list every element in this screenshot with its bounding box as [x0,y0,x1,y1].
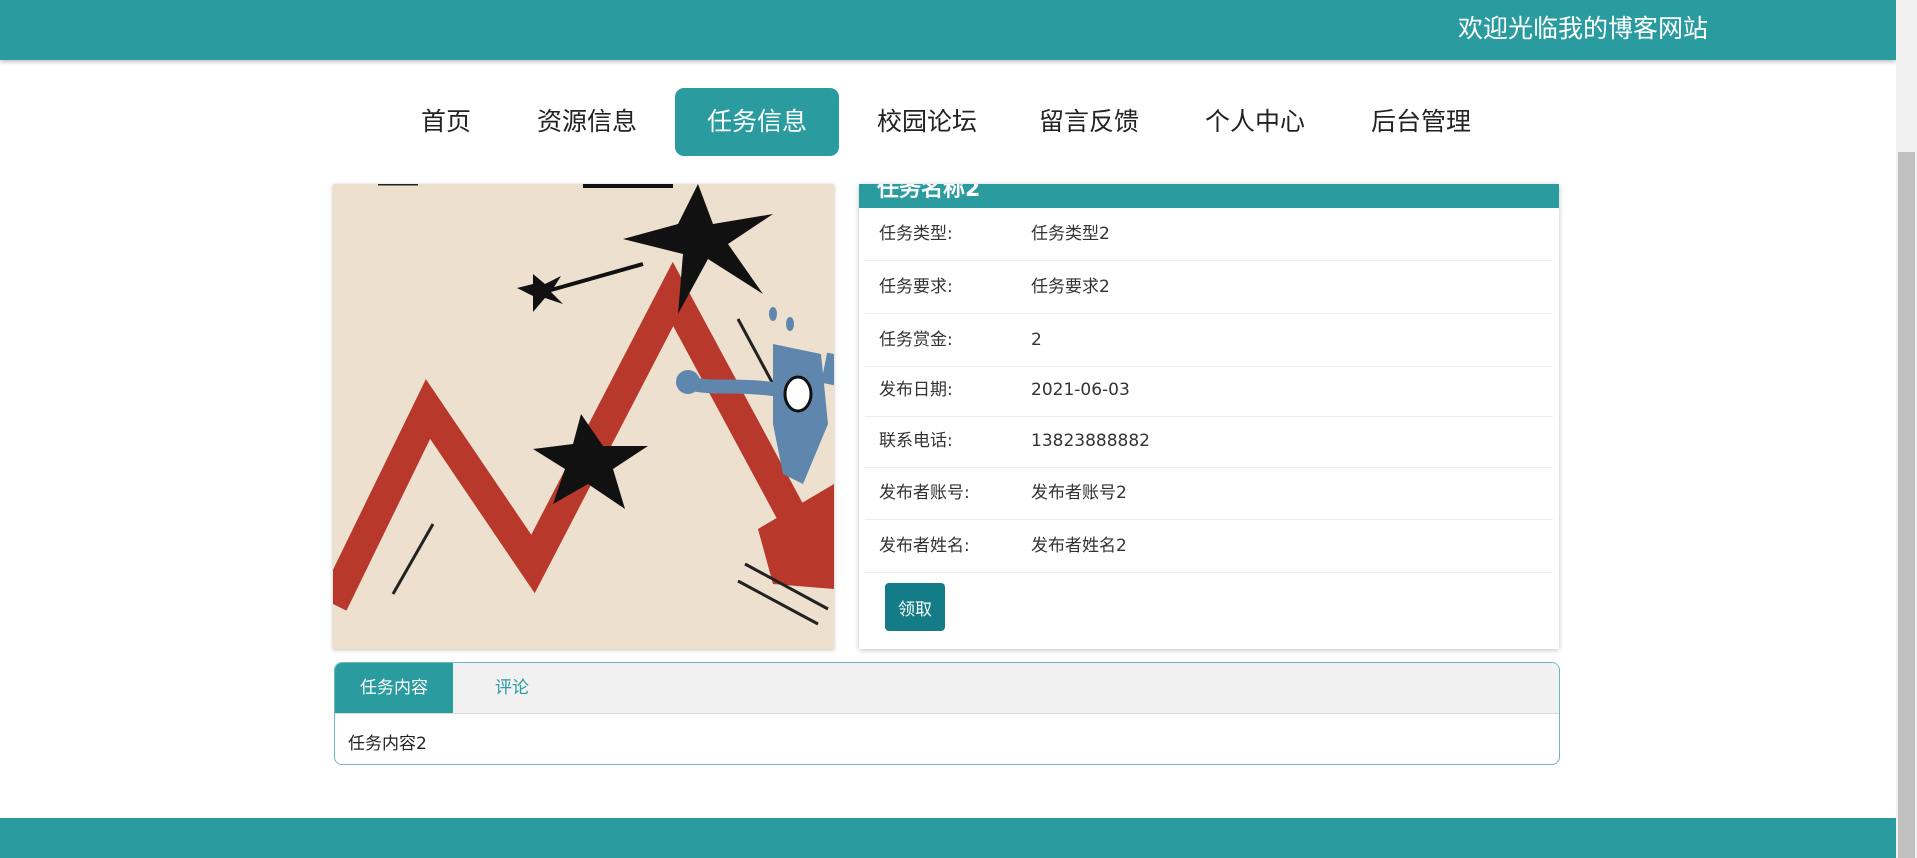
field-label: 联系电话: [879,431,953,451]
detail-row-publisher-name: 发布者姓名: 发布者姓名2 [865,520,1553,573]
nav-item-resources[interactable]: 资源信息 [526,88,648,156]
detail-row-publisher-account: 发布者账号: 发布者账号2 [865,467,1553,520]
field-label: 发布者姓名: [879,536,970,556]
scrollbar-thumb[interactable] [1898,152,1915,858]
field-value: 任务类型2 [1031,224,1110,244]
page-scrollbar[interactable] [1896,0,1917,858]
welcome-text: 欢迎光临我的博客网站 [1458,14,1709,43]
detail-row-requirement: 任务要求: 任务要求2 [865,261,1553,314]
nav-item-admin[interactable]: 后台管理 [1360,88,1482,156]
detail-row-reward: 任务赏金: 2 [865,314,1553,367]
tab-task-content[interactable]: 任务内容 [335,663,453,713]
field-value: 发布者账号2 [1031,483,1127,503]
nav-item-forum[interactable]: 校园论坛 [866,88,988,156]
task-tabs: 任务内容 评论 任务内容2 [334,662,1560,765]
field-value: 任务要求2 [1031,277,1110,297]
detail-row-phone: 联系电话: 13823888882 [865,415,1553,468]
field-label: 任务赏金: [879,330,953,350]
task-title-bar: 任务名称2 [859,184,1559,208]
detail-row-type: 任务类型: 任务类型2 [865,208,1553,261]
footer-bar [0,818,1896,858]
main-nav: 首页 资源信息 任务信息 校园论坛 留言反馈 个人中心 后台管理 [0,88,1896,158]
field-label: 发布者账号: [879,483,970,503]
task-illustration [333,184,834,626]
field-value: 2 [1031,330,1042,350]
claim-button[interactable]: 领取 [885,583,945,631]
task-detail-panel: 任务名称2 任务类型: 任务类型2 任务要求: 任务要求2 任务赏金: 2 发布… [859,184,1559,649]
nav-item-feedback[interactable]: 留言反馈 [1028,88,1150,156]
task-content-text: 任务内容2 [348,734,427,754]
tab-comments[interactable]: 评论 [453,663,571,713]
field-value: 2021-06-03 [1031,380,1130,400]
detail-row-date: 发布日期: 2021-06-03 [865,364,1553,417]
field-label: 任务类型: [879,224,953,244]
tabs-bar: 任务内容 评论 [335,663,1559,714]
field-label: 任务要求: [879,277,953,297]
field-label: 发布日期: [879,380,953,400]
nav-item-profile[interactable]: 个人中心 [1194,88,1316,156]
field-value: 发布者姓名2 [1031,536,1127,556]
task-title: 任务名称2 [877,184,981,202]
nav-item-home[interactable]: 首页 [406,88,486,156]
nav-item-tasks[interactable]: 任务信息 [675,88,839,156]
field-value: 13823888882 [1031,431,1150,451]
task-image [333,184,834,649]
top-banner: 欢迎光临我的博客网站 [0,0,1896,60]
